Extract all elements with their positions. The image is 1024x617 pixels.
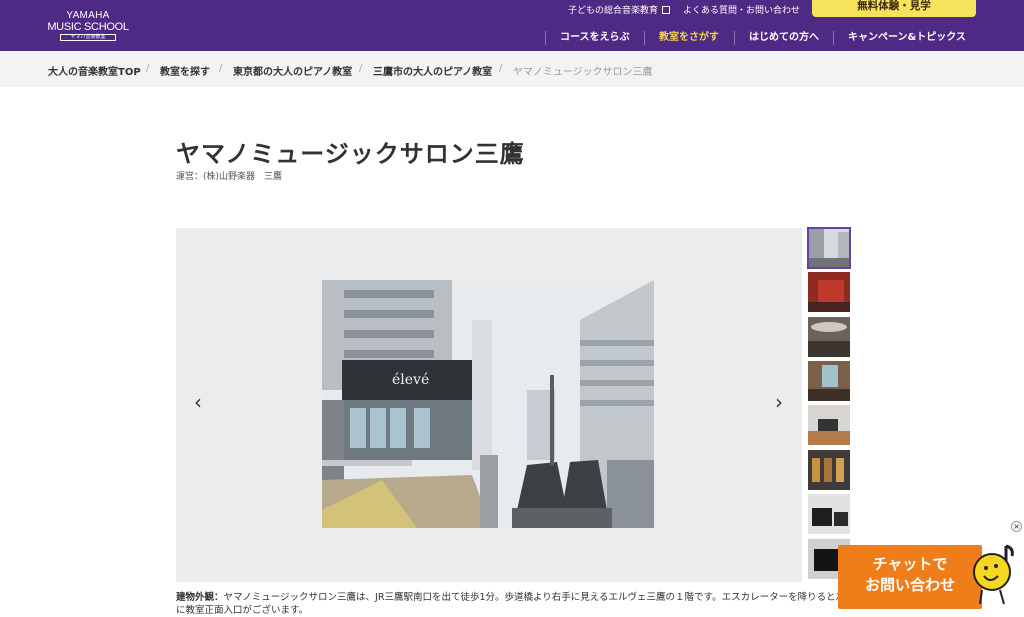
thumbnail-5[interactable]	[808, 405, 850, 445]
yamaha-music-school-logo[interactable]: YAMAHA MUSIC SCHOOL ヤマハ音楽教室	[47, 11, 129, 41]
breadcrumb-separator: /	[359, 63, 363, 74]
logo-line1: YAMAHA	[66, 10, 110, 21]
chat-line1: チャットで	[872, 555, 948, 573]
free-trial-button[interactable]: 無料体験・見学	[812, 0, 976, 17]
building-exterior-image: élevé	[322, 280, 654, 528]
photo-gallery: ‹ › élevé	[176, 228, 802, 582]
thumbnail-image	[808, 494, 850, 534]
breadcrumb-separator: /	[146, 63, 150, 74]
chat-close-icon[interactable]: ×	[1011, 521, 1022, 532]
breadcrumb-item-top[interactable]: 大人の音楽教室TOP	[48, 63, 141, 78]
chat-inquiry-button[interactable]: チャットで お問い合わせ	[838, 545, 982, 609]
thumbnail-2[interactable]	[808, 272, 850, 312]
breadcrumb-item-tokyo[interactable]: 東京都の大人のピアノ教室	[233, 63, 352, 78]
nav-first-time[interactable]: はじめての方へ	[734, 31, 819, 45]
util-link-kids[interactable]: 子どもの総合音楽教育	[568, 3, 671, 16]
breadcrumb-current: ヤマノミュージックサロン三鷹	[513, 67, 653, 78]
thumbnail-image	[808, 405, 850, 445]
caption-text: ヤマノミュージックサロン三鷹は、JR三鷹駅南口を出て徒歩1分。歩道橋より右手に見…	[176, 592, 855, 616]
mascot-icon	[973, 544, 1014, 605]
chevron-right-icon[interactable]: ›	[767, 391, 791, 415]
page-title: ヤマノミュージックサロン三鷹	[176, 140, 525, 168]
util-link-faq[interactable]: よくある質問・お問い合わせ	[683, 3, 800, 16]
thumbnail-3[interactable]	[808, 317, 850, 357]
chat-line2: お問い合わせ	[864, 576, 955, 594]
operator-text: 運営：(株)山野楽器 三鷹	[176, 172, 283, 182]
caption-label: 建物外観：	[176, 592, 224, 603]
logo-line2: MUSIC SCHOOL	[47, 21, 129, 33]
thumbnail-6[interactable]	[808, 450, 850, 490]
nav-campaigns[interactable]: キャンペーン&トピックス	[833, 31, 966, 45]
external-link-icon	[662, 6, 671, 14]
breadcrumb-separator: /	[499, 63, 503, 74]
thumbnail-image	[808, 361, 850, 401]
chevron-left-icon[interactable]: ‹	[186, 391, 210, 415]
nav-courses[interactable]: コースをえらぶ	[545, 31, 630, 45]
breadcrumb: 大人の音楽教室TOP / 教室を探す / 東京都の大人のピアノ教室 / 三鷹市の…	[0, 51, 1024, 87]
util-kids-label: 子どもの総合音楽教育	[568, 6, 659, 16]
thumbnail-7[interactable]	[808, 494, 850, 534]
breadcrumb-item-search[interactable]: 教室を探す	[160, 63, 210, 78]
thumbnail-image	[808, 450, 850, 490]
breadcrumb-item-mitaka[interactable]: 三鷹市の大人のピアノ教室	[373, 63, 492, 78]
site-header: YAMAHA MUSIC SCHOOL ヤマハ音楽教室 子どもの総合音楽教育 よ…	[0, 0, 1024, 51]
thumbnail-1[interactable]	[807, 227, 851, 269]
photo-caption: 建物外観：ヤマノミュージックサロン三鷹は、JR三鷹駅南口を出て徒歩1分。歩道橋よ…	[176, 591, 856, 617]
breadcrumb-separator: /	[219, 63, 223, 74]
logo-line3: ヤマハ音楽教室	[60, 34, 116, 41]
thumbnail-image	[808, 317, 850, 357]
thumbnail-image	[808, 228, 850, 268]
thumbnail-4[interactable]	[808, 361, 850, 401]
main-photo-building-exterior: élevé	[322, 280, 654, 528]
nav-find-school[interactable]: 教室をさがす	[644, 31, 719, 45]
thumbnail-image	[808, 272, 850, 312]
building-sign: élevé	[392, 372, 429, 388]
